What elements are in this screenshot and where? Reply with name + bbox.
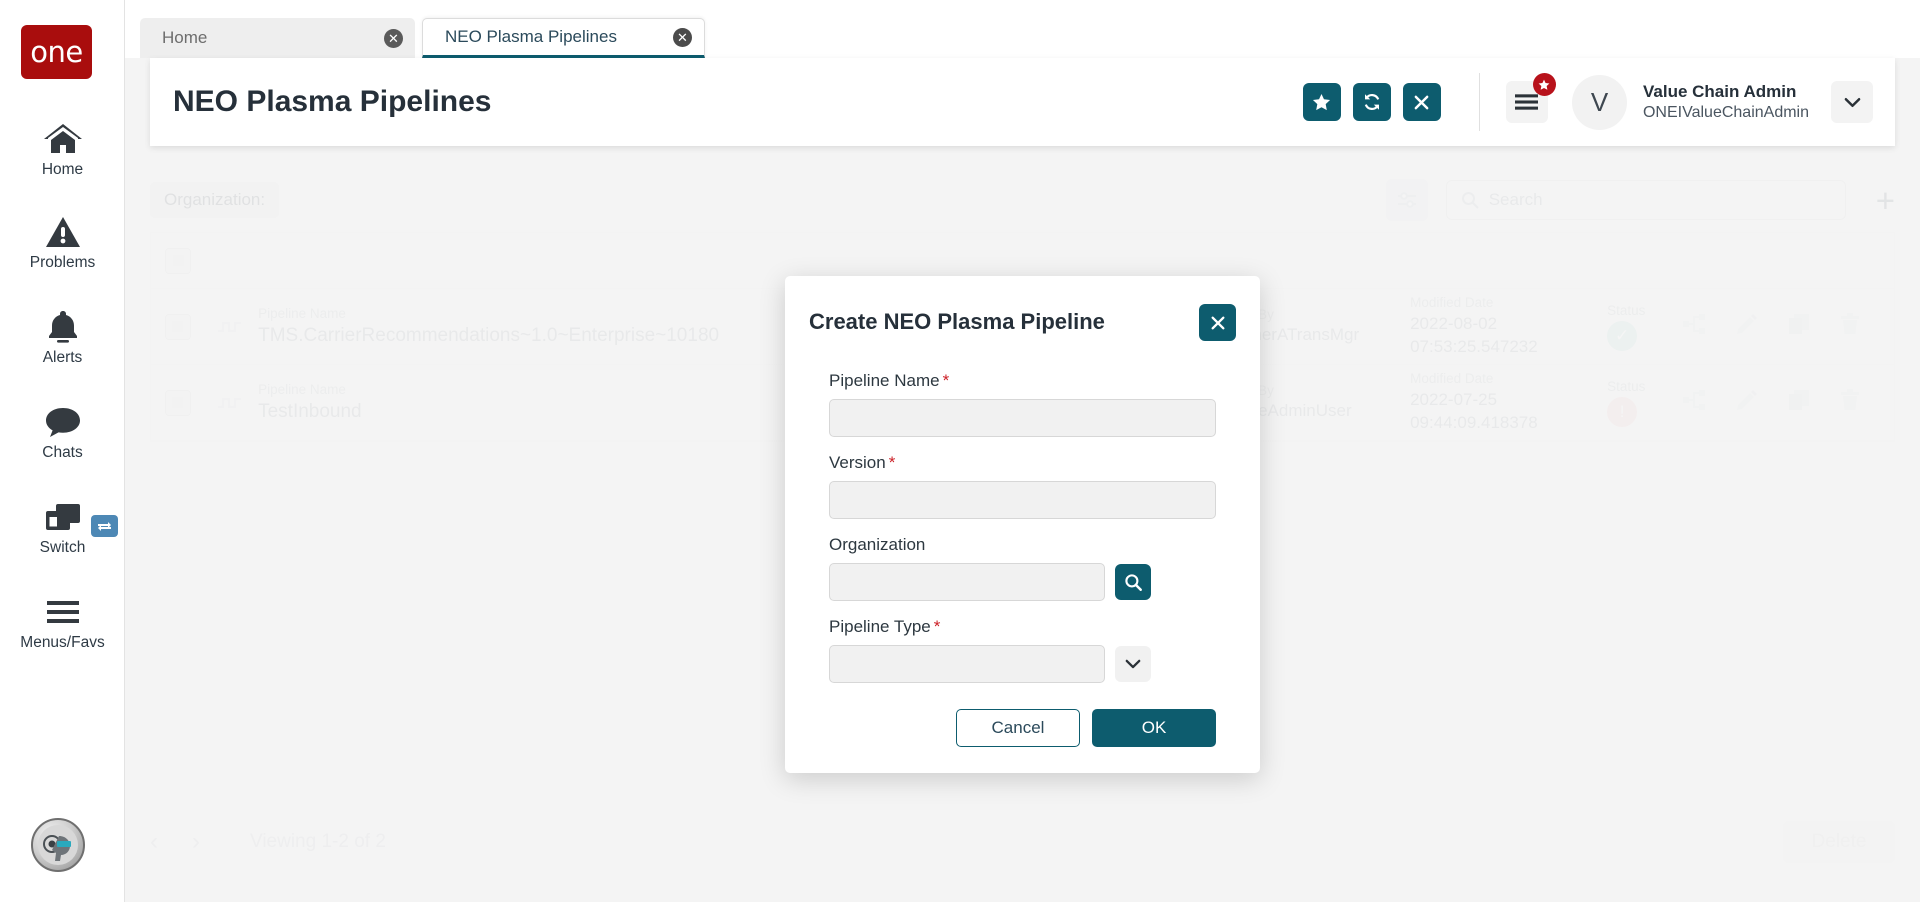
home-icon xyxy=(43,120,83,158)
sidebar-item-label: Chats xyxy=(42,444,83,462)
field-label: Pipeline Name* xyxy=(829,371,1216,391)
tab-label: Home xyxy=(162,28,207,48)
tab-strip: Home ✕ NEO Plasma Pipelines ✕ xyxy=(125,0,1920,58)
header-divider xyxy=(1479,73,1480,131)
sidebar-item-home[interactable]: Home xyxy=(0,120,125,179)
sidebar-item-problems[interactable]: Problems xyxy=(0,213,125,272)
switch-toggle-badge[interactable] xyxy=(91,515,118,537)
field-label: Pipeline Type* xyxy=(829,617,1216,637)
ai-assistant-avatar-icon[interactable] xyxy=(31,818,85,872)
avatar-initial: V xyxy=(1591,87,1608,118)
chevron-down-icon xyxy=(1844,97,1861,108)
sidebar-item-label: Menus/Favs xyxy=(20,634,104,652)
tab-close-icon[interactable]: ✕ xyxy=(384,29,403,48)
pipeline-type-dropdown-button[interactable] xyxy=(1115,646,1151,682)
sidebar-item-label: Home xyxy=(42,161,83,179)
dialog-body: Pipeline Name* Version* Organization xyxy=(785,341,1260,683)
tab-close-icon[interactable]: ✕ xyxy=(673,28,692,47)
field-label-text: Pipeline Name xyxy=(829,371,940,390)
app-root: one Home Problems Alerts Chats xyxy=(0,0,1920,902)
field-organization: Organization xyxy=(829,535,1216,601)
tab-neo-plasma-pipelines[interactable]: NEO Plasma Pipelines ✕ xyxy=(422,18,705,58)
sidebar-item-chats[interactable]: Chats xyxy=(0,403,125,462)
required-asterisk: * xyxy=(934,617,941,636)
field-label-text: Pipeline Type xyxy=(829,617,931,636)
header-actions: V Value Chain Admin ONEIValueChainAdmin xyxy=(1291,73,1895,131)
chat-icon xyxy=(44,403,82,441)
dialog-header: Create NEO Plasma Pipeline xyxy=(785,276,1260,341)
refresh-button[interactable] xyxy=(1353,83,1391,121)
avatar[interactable]: V xyxy=(1572,75,1627,130)
cancel-button[interactable]: Cancel xyxy=(956,709,1080,747)
required-asterisk: * xyxy=(889,453,896,472)
sidebar-item-label: Problems xyxy=(30,254,95,272)
windows-icon xyxy=(43,498,83,536)
chevron-down-icon xyxy=(1125,659,1141,669)
user-menu-button[interactable] xyxy=(1831,81,1873,123)
user-name: Value Chain Admin xyxy=(1643,82,1809,102)
refresh-icon xyxy=(1362,92,1382,112)
hamburger-icon xyxy=(45,593,81,631)
tab-home[interactable]: Home ✕ xyxy=(140,18,415,58)
hamburger-menu-icon xyxy=(1515,93,1538,111)
sidebar-item-label: Alerts xyxy=(43,349,83,367)
field-version: Version* xyxy=(829,453,1216,519)
field-pipeline-name: Pipeline Name* xyxy=(829,371,1216,437)
field-label-text: Organization xyxy=(829,535,925,554)
pipeline-type-input[interactable] xyxy=(829,645,1105,683)
search-icon xyxy=(1124,573,1143,592)
field-label: Organization xyxy=(829,535,1216,555)
brand-logo[interactable]: one xyxy=(21,25,92,79)
star-icon xyxy=(1312,93,1331,112)
page-title: NEO Plasma Pipelines xyxy=(173,85,491,119)
organization-input[interactable] xyxy=(829,563,1105,601)
close-page-button[interactable] xyxy=(1403,83,1441,121)
organization-search-button[interactable] xyxy=(1115,564,1151,600)
global-menu-button[interactable] xyxy=(1506,81,1548,123)
user-info[interactable]: Value Chain Admin ONEIValueChainAdmin xyxy=(1643,82,1809,122)
star-badge-icon xyxy=(1538,79,1550,91)
user-id: ONEIValueChainAdmin xyxy=(1643,104,1809,122)
dialog-footer: Cancel OK xyxy=(785,709,1260,747)
sidebar-item-alerts[interactable]: Alerts xyxy=(0,308,125,367)
bell-icon xyxy=(47,308,79,346)
field-row xyxy=(829,645,1216,683)
sidebar-item-label: Switch xyxy=(40,539,86,557)
close-x-icon xyxy=(1413,94,1430,111)
favorite-button[interactable] xyxy=(1303,83,1341,121)
version-input[interactable] xyxy=(829,481,1216,519)
left-nav-rail: one Home Problems Alerts Chats xyxy=(0,0,125,902)
field-label: Version* xyxy=(829,453,1216,473)
field-label-text: Version xyxy=(829,453,886,472)
field-pipeline-type: Pipeline Type* xyxy=(829,617,1216,683)
menu-favorites-badge xyxy=(1533,73,1556,96)
sidebar-item-menus-favs[interactable]: Menus/Favs xyxy=(0,593,125,652)
dialog-title: Create NEO Plasma Pipeline xyxy=(809,309,1105,335)
field-row xyxy=(829,563,1216,601)
close-x-icon xyxy=(1210,315,1226,331)
brand-logo-text: one xyxy=(30,38,82,67)
ok-button[interactable]: OK xyxy=(1092,709,1216,747)
pipeline-name-input[interactable] xyxy=(829,399,1216,437)
required-asterisk: * xyxy=(943,371,950,390)
warning-icon xyxy=(45,213,81,251)
tab-label: NEO Plasma Pipelines xyxy=(445,27,617,47)
page-header: NEO Plasma Pipelines xyxy=(150,58,1895,146)
dialog-close-button[interactable] xyxy=(1199,304,1236,341)
create-pipeline-dialog: Create NEO Plasma Pipeline Pipeline Name… xyxy=(785,276,1260,773)
swap-arrows-icon xyxy=(97,520,112,533)
